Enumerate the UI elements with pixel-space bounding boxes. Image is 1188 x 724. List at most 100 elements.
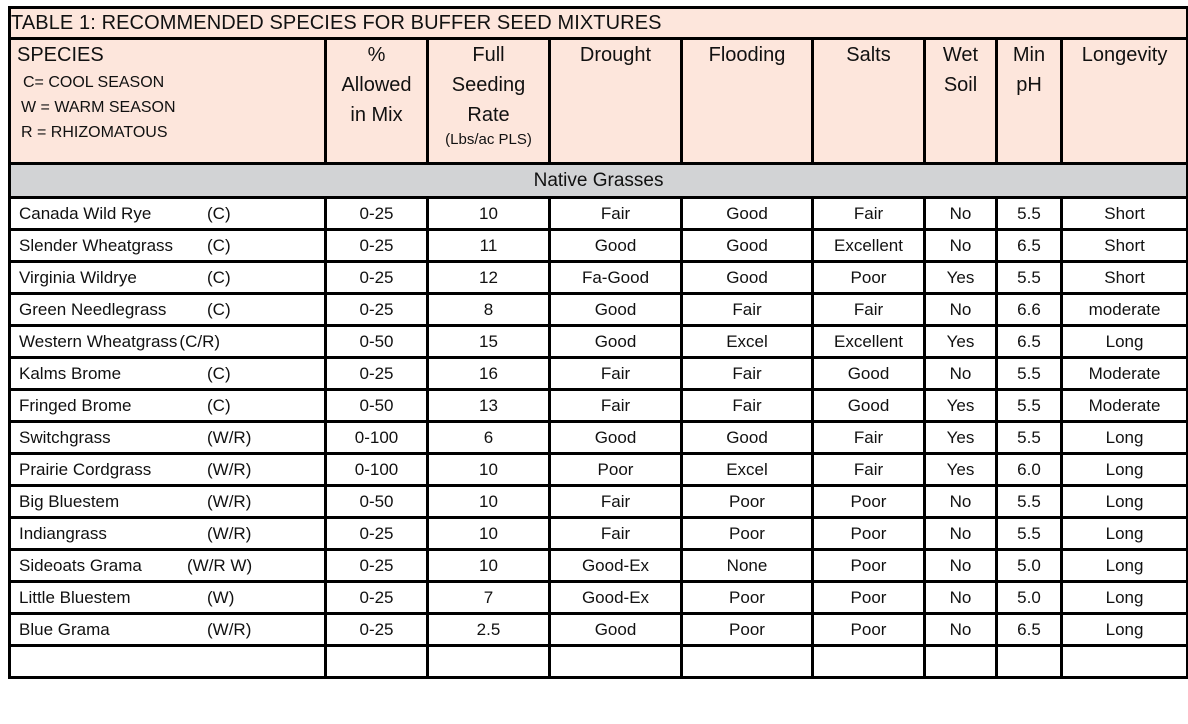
legend-cool-season: C= COOL SEASON (23, 74, 165, 91)
cell-salts: Good (811, 388, 926, 423)
cell-seeding-rate: 6 (426, 420, 551, 455)
cell-wet-soil: No (923, 612, 998, 647)
header-min-ph-line2: pH (1016, 74, 1042, 96)
species-name: Sideoats Grama (19, 555, 142, 575)
header-flooding: Flooding (680, 37, 814, 165)
cell-wet-soil: No (923, 580, 998, 615)
empty-cell (1059, 644, 1188, 679)
cell-flooding: Fair (680, 356, 814, 391)
cell-min-ph: 5.0 (995, 580, 1063, 615)
cell-salts: Poor (811, 484, 926, 519)
season-code: (C) (207, 268, 231, 287)
species-name: Western Wheatgrass (19, 331, 178, 351)
table-title: TABLE 1: RECOMMENDED SPECIES FOR BUFFER … (7, 6, 1188, 40)
empty-cell (548, 644, 683, 679)
season-code: (W/R) (207, 460, 252, 479)
cell-salts: Poor (811, 548, 926, 583)
cell-min-ph: 5.0 (995, 548, 1063, 583)
cell-flooding: Excel (680, 324, 814, 359)
header-seeding-line1: Full (472, 44, 505, 66)
cell-drought: Fair (548, 356, 683, 391)
header-longevity: Longevity (1059, 37, 1188, 165)
empty-cell (811, 644, 926, 679)
table-row: Virginia Wildrye (C) 0-25 12 Fa-Good Good Poor… (8, 260, 1188, 295)
cell-flooding: Good (680, 420, 814, 455)
cell-drought: Fa-Good (548, 260, 683, 295)
legend-warm-season: W = WARM SEASON (21, 99, 176, 116)
header-species: SPECIES C= COOL SEASON W = WARM SEASON R… (8, 37, 327, 165)
species-name: Kalms Brome (19, 363, 122, 383)
season-code: (C) (207, 364, 231, 383)
table-row: Indiangrass (W/R) 0-25 10 Fair Poor Poor No 5.5 L… (8, 516, 1188, 551)
cell-min-ph: 6.0 (995, 452, 1063, 487)
cell-drought: Fair (548, 388, 683, 423)
empty-row (8, 644, 1188, 679)
header-salts: Salts (811, 37, 926, 165)
cell-allowed: 0-25 (324, 548, 429, 583)
cell-longevity: Long (1059, 484, 1188, 519)
cell-min-ph: 5.5 (995, 516, 1063, 551)
cell-seeding-rate: 7 (426, 580, 551, 615)
species-name: Indiangrass (19, 523, 107, 543)
species-name: Little Bluestem (19, 587, 131, 607)
cell-flooding: Fair (680, 388, 814, 423)
cell-drought: Good-Ex (548, 548, 683, 583)
cell-wet-soil: Yes (923, 324, 998, 359)
cell-species: Sideoats Grama (W/R W) (8, 548, 327, 583)
table-row: Prairie Cordgrass (W/R) 0-100 10 Poor Excel Fa… (8, 452, 1188, 487)
cell-allowed: 0-25 (324, 612, 429, 647)
cell-drought: Fair (548, 516, 683, 551)
season-code: (C) (207, 236, 231, 255)
cell-flooding: Poor (680, 612, 814, 647)
empty-cell (8, 644, 327, 679)
species-name: Switchgrass (19, 427, 111, 447)
cell-salts: Poor (811, 516, 926, 551)
cell-wet-soil: Yes (923, 388, 998, 423)
header-drought: Drought (548, 37, 683, 165)
cell-allowed: 0-50 (324, 388, 429, 423)
header-seeding-line3: Rate (467, 104, 510, 126)
cell-flooding: Good (680, 228, 814, 263)
species-table: TABLE 1: RECOMMENDED SPECIES FOR BUFFER … (7, 6, 1188, 679)
season-code: (W/R) (207, 428, 252, 447)
cell-wet-soil: No (923, 292, 998, 327)
cell-seeding-rate: 8 (426, 292, 551, 327)
cell-min-ph: 6.5 (995, 324, 1063, 359)
cell-species: Little Bluestem (W) (8, 580, 327, 615)
table-row: Kalms Brome (C) 0-25 16 Fair Fair Good No 5.5 Mod… (8, 356, 1188, 391)
cell-salts: Poor (811, 580, 926, 615)
species-name: Prairie Cordgrass (19, 459, 152, 479)
empty-cell (426, 644, 551, 679)
cell-wet-soil: No (923, 516, 998, 551)
cell-wet-soil: No (923, 228, 998, 263)
table-body: Canada Wild Rye (C) 0-25 10 Fair Good Fair No 5.… (8, 196, 1188, 647)
season-code: (W/R) (207, 620, 252, 639)
cell-seeding-rate: 10 (426, 516, 551, 551)
cell-allowed: 0-25 (324, 356, 429, 391)
cell-species: Canada Wild Rye (C) (8, 196, 327, 231)
table-row: Big Bluestem (W/R) 0-50 10 Fair Poor Poor No 5.5… (8, 484, 1188, 519)
cell-species: Kalms Brome (C) (8, 356, 327, 391)
cell-salts: Excellent (811, 228, 926, 263)
cell-min-ph: 5.5 (995, 260, 1063, 295)
cell-allowed: 0-25 (324, 292, 429, 327)
header-min-ph-line1: Min (1012, 44, 1046, 66)
cell-flooding: Poor (680, 580, 814, 615)
cell-salts: Poor (811, 612, 926, 647)
cell-allowed: 0-25 (324, 516, 429, 551)
season-code: (C) (207, 300, 231, 319)
cell-allowed: 0-100 (324, 452, 429, 487)
cell-drought: Good (548, 228, 683, 263)
cell-longevity: moderate (1059, 292, 1188, 327)
cell-species: Western Wheatgrass (C/R) (8, 324, 327, 359)
cell-wet-soil: Yes (923, 452, 998, 487)
cell-min-ph: 6.5 (995, 612, 1063, 647)
cell-longevity: Long (1059, 452, 1188, 487)
cell-species: Blue Grama (W/R) (8, 612, 327, 647)
header-wet-soil: Wet Soil (923, 37, 998, 165)
season-code: (W/R W) (187, 556, 253, 575)
cell-allowed: 0-25 (324, 228, 429, 263)
header-min-ph: Min pH (995, 37, 1063, 165)
cell-flooding: Poor (680, 516, 814, 551)
cell-min-ph: 5.5 (995, 420, 1063, 455)
